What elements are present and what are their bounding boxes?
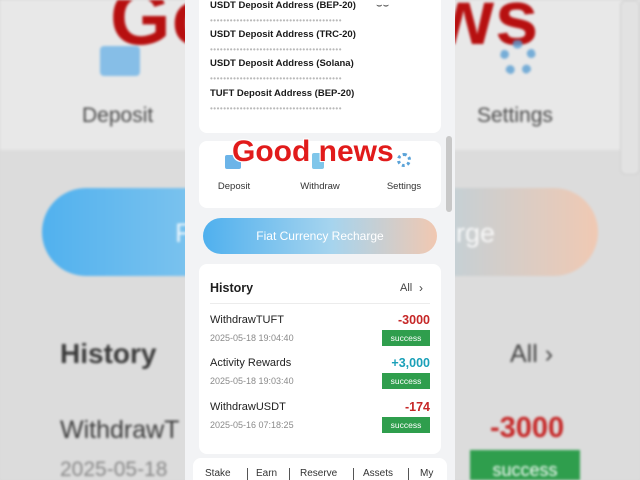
deposit-address-label: USDT Deposit Address (BEP-20) (210, 0, 356, 11)
background-withdraw-label: WithdrawT (60, 416, 180, 444)
phone-screen: USDT Deposit Address (BEP-20) ••••••••••… (185, 0, 455, 480)
nav-separator (247, 468, 248, 480)
bottom-navigation: Stake Earn Reserve Assets My (193, 458, 447, 480)
background-deposit-icon (100, 46, 140, 76)
deposit-address-label: USDT Deposit Address (TRC-20) (210, 29, 356, 40)
deposit-address-label: USDT Deposit Address (Solana) (210, 58, 354, 69)
history-row[interactable]: WithdrawUSDT 2025-05-16 07:18:25 -174 su… (210, 400, 430, 441)
nav-assets[interactable]: Assets (363, 468, 393, 479)
status-badge: success (382, 417, 430, 433)
scrollbar[interactable] (446, 136, 452, 212)
status-badge: success (382, 373, 430, 389)
transaction-amount: -3000 (398, 313, 430, 327)
transaction-name: WithdrawTUFT (210, 314, 284, 326)
history-title: History (210, 281, 254, 295)
deposit-address-row[interactable]: USDT Deposit Address (TRC-20) ••••••••••… (210, 29, 430, 54)
background-button-text-right: rge (456, 218, 496, 248)
background-amount: -3000 (490, 412, 565, 444)
deposit-address-value: •••••••••••••••••••••••••••••••••••••••• (210, 16, 343, 25)
divider (210, 303, 430, 304)
nav-separator (289, 468, 290, 480)
background-date: 2025-05-18 (60, 458, 168, 480)
deposit-address-row[interactable]: USDT Deposit Address (Solana) ••••••••••… (210, 58, 430, 83)
nav-stake[interactable]: Stake (205, 468, 231, 479)
nav-my[interactable]: My (420, 468, 433, 479)
eye-closed-icon[interactable]: ⌣⌣ (376, 0, 389, 11)
transaction-name: WithdrawUSDT (210, 401, 286, 413)
deposit-address-row[interactable]: TUFT Deposit Address (BEP-20) ••••••••••… (210, 88, 430, 113)
chevron-right-icon[interactable]: › (419, 281, 423, 295)
deposit-button[interactable]: Deposit (204, 181, 264, 192)
deposit-address-label: TUFT Deposit Address (BEP-20) (210, 88, 355, 99)
deposit-address-value: •••••••••••••••••••••••••••••••••••••••• (210, 74, 343, 83)
history-card: History All › WithdrawTUFT 2025-05-18 19… (199, 264, 441, 454)
background-success-badge: success (470, 450, 580, 480)
nav-separator (408, 468, 409, 480)
nav-separator (353, 468, 354, 480)
background-history-title: History (60, 338, 157, 369)
history-row[interactable]: WithdrawTUFT 2025-05-18 19:04:40 -3000 s… (210, 313, 430, 354)
transaction-date: 2025-05-18 19:04:40 (210, 333, 294, 343)
transaction-name: Activity Rewards (210, 357, 292, 369)
transaction-amount: +3,000 (391, 356, 430, 370)
background-settings-label: Settings (477, 104, 553, 127)
nav-reserve[interactable]: Reserve (300, 468, 337, 479)
fiat-currency-recharge-button[interactable]: Fiat Currency Recharge (203, 218, 437, 254)
deposit-address-row[interactable]: USDT Deposit Address (BEP-20) ••••••••••… (210, 0, 430, 25)
deposit-address-value: •••••••••••••••••••••••••••••••••••••••• (210, 45, 343, 54)
background-gear-icon (500, 40, 536, 76)
transaction-amount: -174 (404, 400, 430, 414)
background-scrollbar (620, 0, 640, 175)
deposit-address-value: •••••••••••••••••••••••••••••••••••••••• (210, 104, 343, 113)
deposit-address-card: USDT Deposit Address (BEP-20) ••••••••••… (199, 0, 441, 133)
settings-button[interactable]: Settings (374, 181, 434, 192)
background-deposit-label: Deposit (82, 104, 154, 127)
transaction-date: 2025-05-18 19:03:40 (210, 376, 294, 386)
settings-gear-icon (397, 153, 411, 167)
withdraw-button[interactable]: Withdraw (290, 181, 350, 192)
background-all-label: All › (510, 340, 554, 368)
status-badge: success (382, 330, 430, 346)
history-row[interactable]: Activity Rewards 2025-05-18 19:03:40 +3,… (210, 356, 430, 397)
transaction-date: 2025-05-16 07:18:25 (210, 420, 294, 430)
nav-earn[interactable]: Earn (256, 468, 277, 479)
history-all-link[interactable]: All (400, 282, 412, 294)
good-news-headline: Good news (232, 135, 394, 168)
